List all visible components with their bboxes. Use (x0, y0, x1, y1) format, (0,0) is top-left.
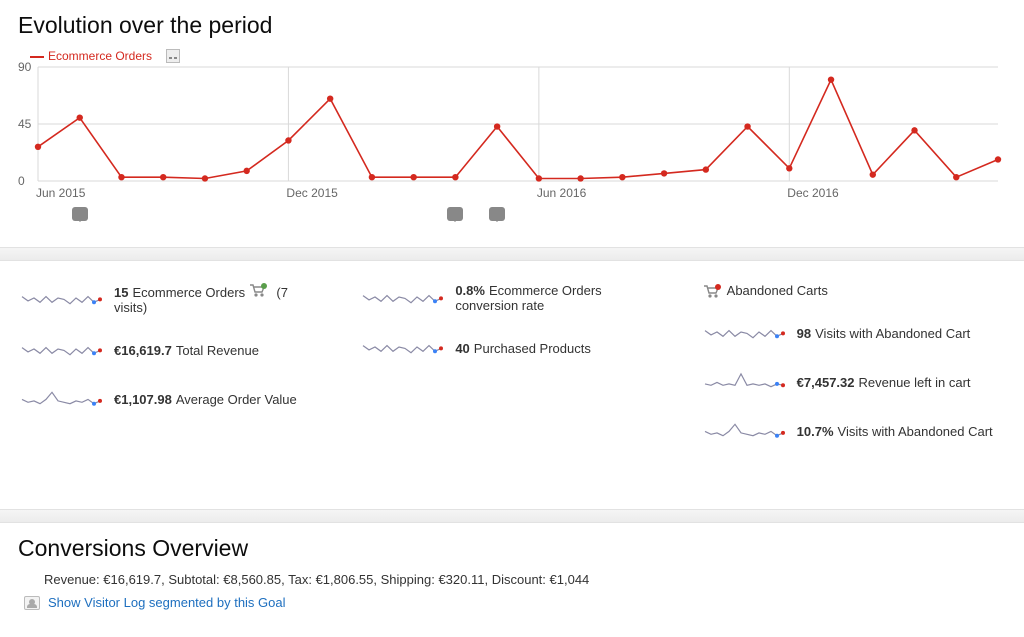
cart-icon (703, 284, 721, 298)
svg-text:45: 45 (18, 117, 32, 131)
sparkline (703, 320, 785, 344)
svg-text:0: 0 (18, 174, 25, 188)
metric-text: 40Purchased Products (455, 341, 591, 356)
metric-picker-icon[interactable] (166, 49, 180, 63)
metric-row: 15Ecommerce Orders (7 visits) (20, 283, 321, 315)
sparkline (703, 418, 785, 442)
svg-text:Dec 2015: Dec 2015 (286, 186, 338, 200)
conversions-summary: Revenue: €16,619.7, Subtotal: €8,560.85,… (18, 568, 1024, 595)
evolution-chart: Ecommerce Orders 04590Jun 2015Dec 2015Ju… (18, 49, 1006, 209)
annotation-icon[interactable] (489, 207, 505, 221)
metric-text: 15Ecommerce Orders (7 visits) (114, 283, 321, 315)
visitor-log-link[interactable]: Show Visitor Log segmented by this Goal (18, 595, 1024, 610)
user-icon (24, 596, 40, 610)
chart-legend: Ecommerce Orders (30, 49, 180, 63)
section-divider (0, 509, 1024, 523)
cart-icon (249, 283, 267, 297)
metric-text: €7,457.32Revenue left in cart (797, 375, 971, 390)
svg-text:Dec 2016: Dec 2016 (787, 186, 839, 200)
sparkline (20, 337, 102, 361)
metric-row: 40Purchased Products (361, 335, 662, 362)
evolution-title: Evolution over the period (0, 0, 1024, 45)
abandoned-carts-header: Abandoned Carts (703, 283, 1004, 298)
sparkline (703, 369, 785, 393)
metric-text: €16,619.7Total Revenue (114, 343, 259, 358)
svg-text:Jun 2016: Jun 2016 (537, 186, 587, 200)
metric-row: €16,619.7Total Revenue (20, 337, 321, 364)
metrics-grid: 15Ecommerce Orders (7 visits) €16,619.7T… (0, 261, 1024, 471)
metric-row: €1,107.98Average Order Value (20, 386, 321, 413)
sparkline (361, 285, 443, 309)
metric-row: 98Visits with Abandoned Cart (703, 320, 1004, 347)
metric-text: 10.7%Visits with Abandoned Cart (797, 424, 993, 439)
annotation-icon[interactable] (447, 207, 463, 221)
metric-text: €1,107.98Average Order Value (114, 392, 297, 407)
metric-row: 0.8%Ecommerce Orders conversion rate (361, 283, 662, 313)
sparkline (361, 335, 443, 359)
legend-series[interactable]: Ecommerce Orders (30, 49, 152, 63)
metric-row: 10.7%Visits with Abandoned Cart (703, 418, 1004, 445)
conversions-title: Conversions Overview (0, 523, 1024, 568)
metric-text: 0.8%Ecommerce Orders conversion rate (455, 283, 662, 313)
metric-row: €7,457.32Revenue left in cart (703, 369, 1004, 396)
section-divider (0, 247, 1024, 261)
sparkline (20, 386, 102, 410)
annotation-icon[interactable] (72, 207, 88, 221)
line-chart-svg: 04590Jun 2015Dec 2015Jun 2016Dec 2016 (18, 49, 1004, 209)
sparkline (20, 286, 102, 310)
svg-text:Jun 2015: Jun 2015 (36, 186, 86, 200)
metric-text: 98Visits with Abandoned Cart (797, 326, 971, 341)
